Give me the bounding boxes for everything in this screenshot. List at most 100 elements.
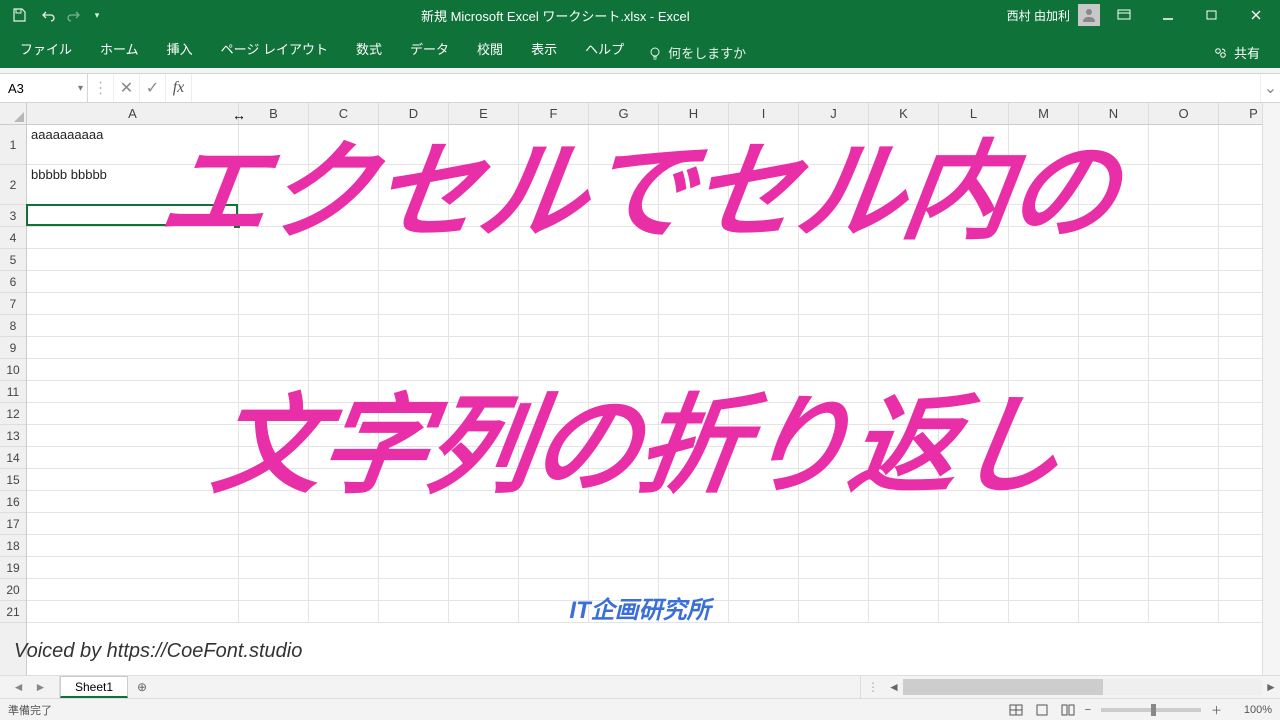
cell-J16[interactable]: [799, 491, 869, 513]
cell-E13[interactable]: [449, 425, 519, 447]
cell-O3[interactable]: [1149, 205, 1219, 227]
cell-N1[interactable]: [1079, 125, 1149, 165]
cell-A3[interactable]: [27, 205, 239, 227]
cell-M15[interactable]: [1009, 469, 1079, 491]
page-break-view-icon[interactable]: [1055, 701, 1081, 719]
cell-O7[interactable]: [1149, 293, 1219, 315]
cell-G2[interactable]: [589, 165, 659, 205]
cell-C21[interactable]: [309, 601, 379, 623]
cell-F16[interactable]: [519, 491, 589, 513]
cell-B10[interactable]: [239, 359, 309, 381]
cell-H5[interactable]: [659, 249, 729, 271]
cell-D19[interactable]: [379, 557, 449, 579]
cell-F19[interactable]: [519, 557, 589, 579]
cell-A8[interactable]: [27, 315, 239, 337]
cell-I16[interactable]: [729, 491, 799, 513]
ribbon-display-icon[interactable]: [1104, 0, 1144, 30]
minimize-icon[interactable]: [1148, 0, 1188, 30]
cell-N8[interactable]: [1079, 315, 1149, 337]
row-header-6[interactable]: 6: [0, 271, 26, 293]
scroll-thumb[interactable]: [903, 679, 1103, 695]
cell-N18[interactable]: [1079, 535, 1149, 557]
column-header-B[interactable]: B: [239, 103, 309, 124]
cell-J17[interactable]: [799, 513, 869, 535]
row-header-4[interactable]: 4: [0, 227, 26, 249]
new-sheet-icon[interactable]: ⊕: [128, 676, 156, 698]
cell-M9[interactable]: [1009, 337, 1079, 359]
cell-D1[interactable]: [379, 125, 449, 165]
cell-N10[interactable]: [1079, 359, 1149, 381]
cell-H10[interactable]: [659, 359, 729, 381]
cell-A14[interactable]: [27, 447, 239, 469]
cell-O5[interactable]: [1149, 249, 1219, 271]
cell-I5[interactable]: [729, 249, 799, 271]
cell-I18[interactable]: [729, 535, 799, 557]
cell-H12[interactable]: [659, 403, 729, 425]
cell-K20[interactable]: [869, 579, 939, 601]
cell-G19[interactable]: [589, 557, 659, 579]
cell-F8[interactable]: [519, 315, 589, 337]
row-header-10[interactable]: 10: [0, 359, 26, 381]
cell-E7[interactable]: [449, 293, 519, 315]
cell-K21[interactable]: [869, 601, 939, 623]
cell-M2[interactable]: [1009, 165, 1079, 205]
cell-C10[interactable]: [309, 359, 379, 381]
cell-I6[interactable]: [729, 271, 799, 293]
cell-H20[interactable]: [659, 579, 729, 601]
cell-L18[interactable]: [939, 535, 1009, 557]
row-header-20[interactable]: 20: [0, 579, 26, 601]
row-header-2[interactable]: 2: [0, 165, 26, 205]
cell-F11[interactable]: [519, 381, 589, 403]
cell-I20[interactable]: [729, 579, 799, 601]
cell-J9[interactable]: [799, 337, 869, 359]
column-header-H[interactable]: H: [659, 103, 729, 124]
column-headers[interactable]: ABCDEFGHIJKLMNOP: [27, 103, 1262, 125]
cell-C3[interactable]: [309, 205, 379, 227]
cell-B8[interactable]: [239, 315, 309, 337]
cell-B2[interactable]: [239, 165, 309, 205]
cell-N21[interactable]: [1079, 601, 1149, 623]
scroll-right-icon[interactable]: ►: [1262, 680, 1280, 694]
cell-J14[interactable]: [799, 447, 869, 469]
redo-icon[interactable]: [62, 3, 88, 27]
cell-I15[interactable]: [729, 469, 799, 491]
cell-L20[interactable]: [939, 579, 1009, 601]
cell-L16[interactable]: [939, 491, 1009, 513]
vertical-scrollbar[interactable]: [1262, 103, 1280, 675]
cell-K19[interactable]: [869, 557, 939, 579]
cell-F2[interactable]: [519, 165, 589, 205]
column-header-I[interactable]: I: [729, 103, 799, 124]
column-header-C[interactable]: C: [309, 103, 379, 124]
cell-E21[interactable]: [449, 601, 519, 623]
column-header-O[interactable]: O: [1149, 103, 1219, 124]
cell-J5[interactable]: [799, 249, 869, 271]
cell-F6[interactable]: [519, 271, 589, 293]
cell-G20[interactable]: [589, 579, 659, 601]
row-header-7[interactable]: 7: [0, 293, 26, 315]
cell-A10[interactable]: [27, 359, 239, 381]
cell-J8[interactable]: [799, 315, 869, 337]
row-header-19[interactable]: 19: [0, 557, 26, 579]
cell-G6[interactable]: [589, 271, 659, 293]
tell-me-search[interactable]: 何をしますか: [638, 37, 756, 68]
cell-F18[interactable]: [519, 535, 589, 557]
cell-D3[interactable]: [379, 205, 449, 227]
maximize-icon[interactable]: [1192, 0, 1232, 30]
cell-C7[interactable]: [309, 293, 379, 315]
cell-D20[interactable]: [379, 579, 449, 601]
column-header-E[interactable]: E: [449, 103, 519, 124]
cell-G10[interactable]: [589, 359, 659, 381]
fx-icon[interactable]: fx: [166, 74, 192, 102]
cell-K2[interactable]: [869, 165, 939, 205]
column-header-F[interactable]: F: [519, 103, 589, 124]
cancel-icon[interactable]: ✕: [114, 74, 140, 102]
cell-I14[interactable]: [729, 447, 799, 469]
cell-B5[interactable]: [239, 249, 309, 271]
row-header-21[interactable]: 21: [0, 601, 26, 623]
sheet-next-icon[interactable]: ►: [35, 680, 47, 694]
cell-A2[interactable]: bbbbb bbbbb: [27, 165, 239, 205]
cell-G21[interactable]: [589, 601, 659, 623]
cell-L8[interactable]: [939, 315, 1009, 337]
cell-H17[interactable]: [659, 513, 729, 535]
cell-H13[interactable]: [659, 425, 729, 447]
